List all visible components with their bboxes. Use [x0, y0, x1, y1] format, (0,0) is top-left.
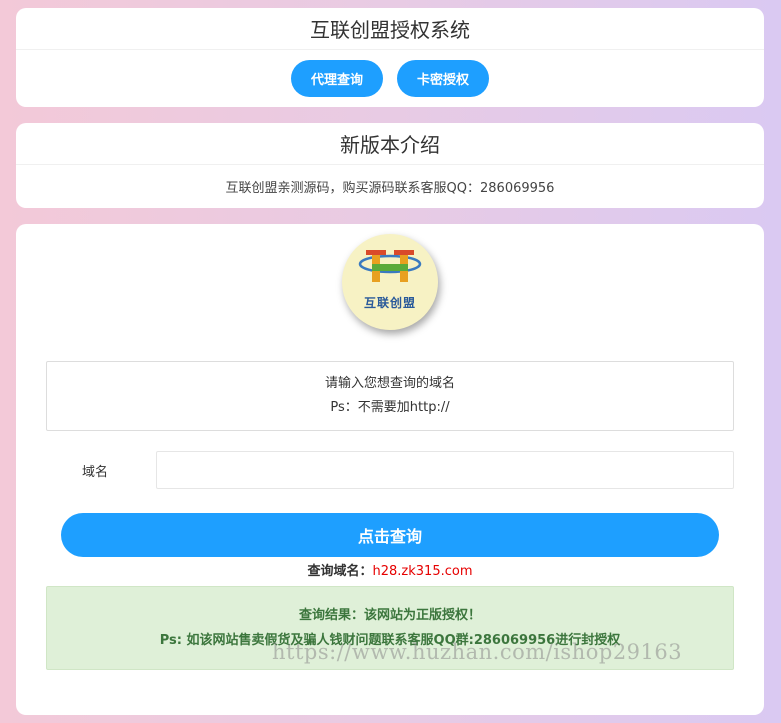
system-card: 互联创盟授权系统 代理查询 卡密授权: [16, 8, 764, 107]
logo-text: 互联创盟: [363, 296, 416, 310]
hint-box: 请输入您想查询的域名 Ps：不需要加http://: [46, 361, 734, 431]
hint-line-2: Ps：不需要加http://: [330, 400, 450, 415]
domain-input[interactable]: [156, 451, 734, 489]
logo: 互联创盟: [342, 234, 438, 330]
logo-h-icon: [358, 250, 422, 282]
watermark: https://www.huzhan.com/ishop29163: [272, 640, 683, 664]
intro-title: 新版本介绍: [16, 123, 764, 165]
system-title: 互联创盟授权系统: [16, 8, 764, 50]
result-line-1: 查询结果：该网站为正版授权！: [298, 608, 481, 623]
query-button[interactable]: 点击查询: [61, 513, 719, 557]
intro-card: 新版本介绍 互联创盟亲测源码，购买源码联系客服QQ：286069956: [16, 123, 764, 208]
hint-line-1: 请输入您想查询的域名: [324, 376, 455, 391]
queried-domain-label: 查询域名：: [307, 564, 373, 579]
agent-query-button[interactable]: 代理查询: [291, 60, 383, 97]
card-key-auth-button[interactable]: 卡密授权: [397, 60, 489, 97]
queried-domain: 查询域名：h28.zk315.com: [16, 560, 764, 579]
intro-text: 互联创盟亲测源码，购买源码联系客服QQ：286069956: [225, 181, 555, 196]
system-button-row: 代理查询 卡密授权: [16, 50, 764, 107]
domain-label: 域名: [82, 465, 109, 480]
queried-domain-value: h28.zk315.com: [372, 564, 473, 579]
